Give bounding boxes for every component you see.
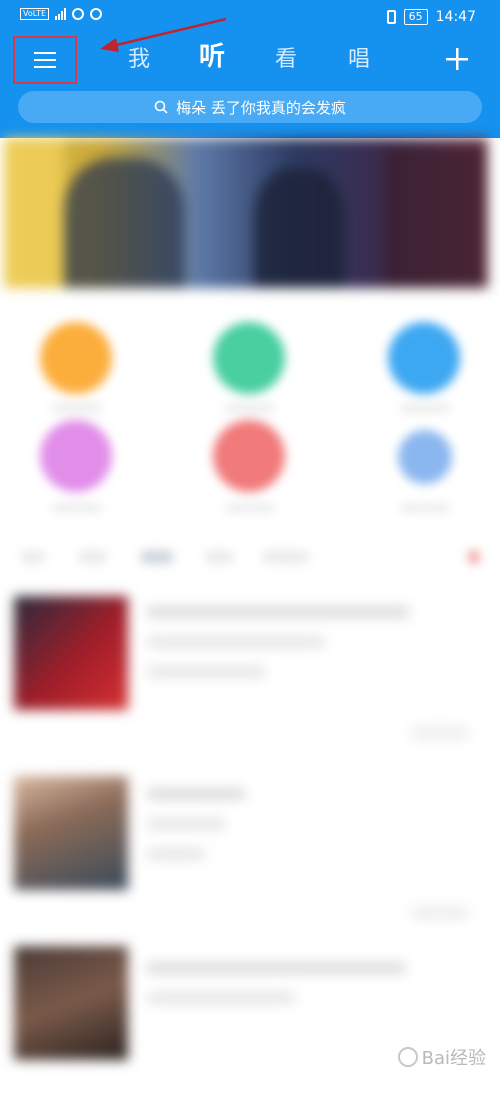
thumbnail [14, 776, 128, 890]
feature-icon[interactable] [398, 430, 452, 484]
top-nav: 我 听 看 唱 [0, 36, 500, 88]
feature-icon[interactable] [213, 322, 285, 394]
hotspot-icon [72, 8, 85, 20]
status-bar: VoLTE 65 14:47 [0, 0, 500, 36]
tab-watch[interactable]: 看 [275, 44, 297, 76]
list-item[interactable] [0, 940, 500, 1100]
content-feed [0, 590, 500, 1084]
thumbnail [14, 946, 128, 1060]
chip[interactable] [468, 550, 480, 564]
search-placeholder: 梅朵 丢了你我真的会发疯 [176, 98, 346, 117]
thumbnail [14, 596, 128, 710]
list-item[interactable] [0, 770, 500, 930]
chip[interactable] [78, 550, 108, 564]
status-time: 14:47 [435, 9, 476, 25]
watermark-text: Bai经验 [421, 1048, 486, 1069]
banner-carousel[interactable] [4, 138, 488, 288]
hamburger-menu-icon [34, 52, 56, 68]
search-icon [154, 100, 168, 114]
chip[interactable] [20, 550, 46, 564]
feature-grid [0, 300, 500, 530]
tab-me[interactable]: 我 [128, 44, 150, 76]
feature-icon[interactable] [213, 420, 285, 492]
status-left: VoLTE [20, 8, 103, 20]
feature-icon[interactable] [40, 322, 112, 394]
battery-indicator: 65 [403, 9, 428, 25]
paw-logo-icon [397, 1047, 418, 1067]
feature-icon[interactable] [40, 420, 112, 492]
feature-icon[interactable] [388, 322, 460, 394]
menu-button[interactable] [13, 36, 77, 84]
list-item[interactable] [0, 590, 500, 750]
chip[interactable] [140, 550, 174, 564]
volte-badge: VoLTE [20, 8, 50, 20]
status-right: 65 14:47 [386, 9, 476, 25]
alarm-icon [90, 8, 103, 20]
4g-signal-icon [55, 8, 67, 20]
add-button[interactable] [440, 42, 474, 76]
chip[interactable] [262, 550, 310, 564]
baidu-jingyan-watermark: Bai经验 [397, 1044, 486, 1070]
chip[interactable] [204, 550, 234, 564]
search-bar[interactable]: 梅朵 丢了你我真的会发疯 [18, 91, 482, 123]
tab-listen[interactable]: 听 [199, 41, 225, 73]
category-chips [0, 540, 500, 576]
vibrate-icon [386, 10, 396, 24]
plus-icon [446, 48, 468, 70]
tab-sing[interactable]: 唱 [348, 44, 370, 76]
app-header: VoLTE 65 14:47 我 听 看 唱 梅朵 丢了你我真的会发疯 [0, 0, 500, 138]
